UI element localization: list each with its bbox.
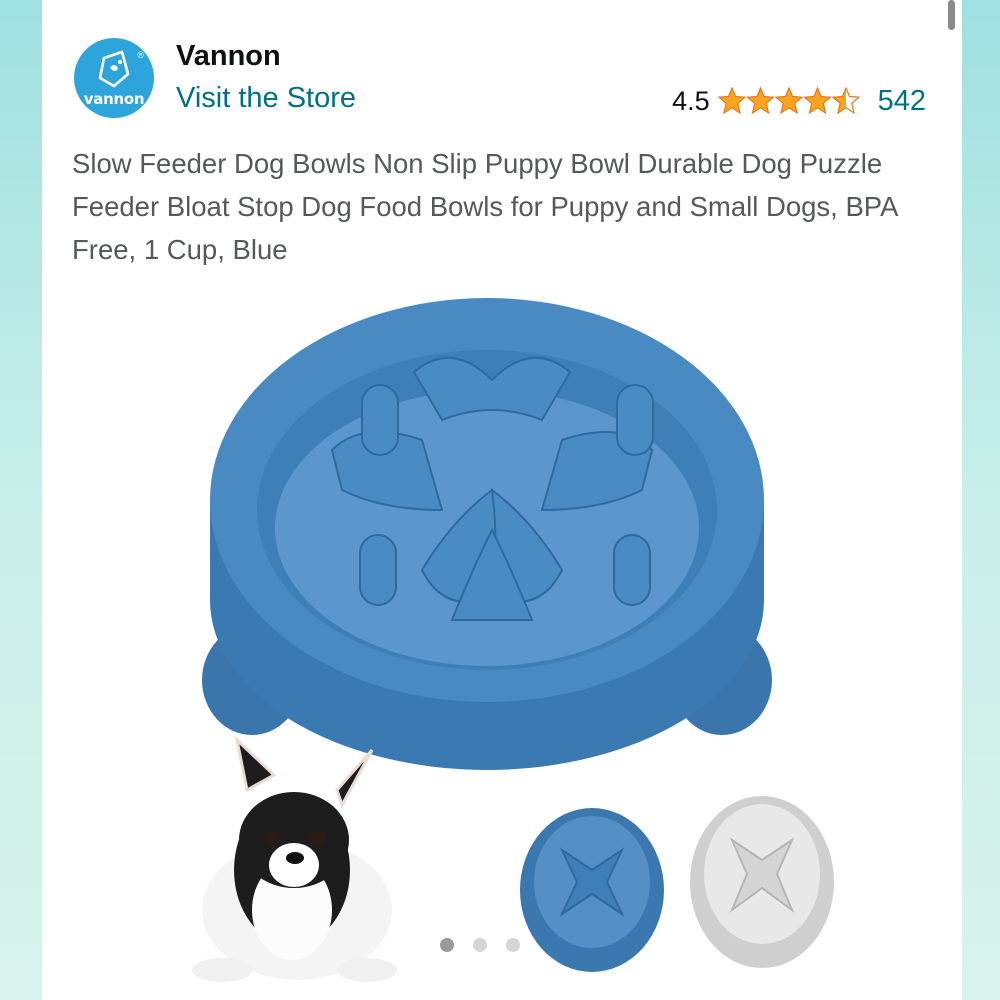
visit-store-link[interactable]: Visit the Store <box>176 82 356 115</box>
product-image[interactable] <box>42 270 962 1000</box>
store-logo-text: vannon <box>83 90 145 108</box>
star-icon <box>774 87 804 115</box>
image-carousel-dots[interactable] <box>440 938 520 952</box>
carousel-dot[interactable] <box>440 938 454 952</box>
carousel-dot[interactable] <box>506 938 520 952</box>
rating-stars <box>717 87 860 115</box>
variant-bowl-grey <box>690 796 834 968</box>
carousel-dot[interactable] <box>473 938 487 952</box>
star-icon <box>745 87 775 115</box>
brand-name: Vannon <box>176 40 281 72</box>
variant-bowl-blue <box>520 808 664 972</box>
rating-summary[interactable]: 4.5 542 <box>672 84 926 118</box>
store-logo[interactable]: ® vannon <box>74 38 154 118</box>
star-icon <box>717 87 747 115</box>
registered-mark: ® <box>137 50 144 60</box>
product-title: Slow Feeder Dog Bowls Non Slip Puppy Bow… <box>72 148 897 265</box>
star-icon <box>831 87 860 115</box>
product-card: ® vannon Vannon Visit the Store 4.5 542 … <box>42 0 962 1000</box>
rating-score: 4.5 <box>672 85 710 116</box>
review-count-link[interactable]: 542 <box>878 85 926 118</box>
scrollbar[interactable] <box>948 0 955 30</box>
star-icon <box>802 87 832 115</box>
chihuahua-puppy <box>192 735 397 982</box>
